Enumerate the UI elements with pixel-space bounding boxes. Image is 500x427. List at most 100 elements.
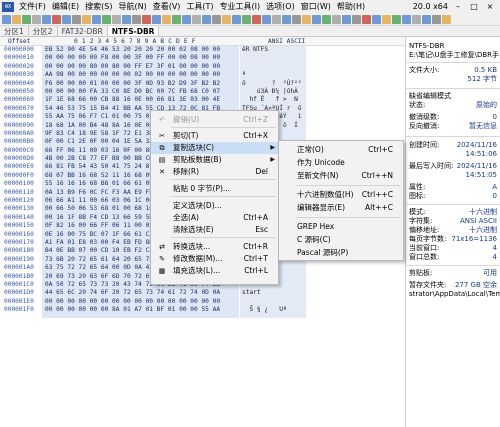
- toolbar-tool-icon[interactable]: [342, 15, 351, 24]
- toolbar-tool-icon[interactable]: [442, 15, 451, 24]
- ansi-row[interactable]: [242, 63, 306, 71]
- submenu-item-6[interactable]: C 源码(C): [279, 234, 403, 246]
- menu-item-0[interactable]: 文件(F): [16, 0, 49, 14]
- toolbar-tool-icon[interactable]: [82, 15, 91, 24]
- toolbar-tool-icon[interactable]: [352, 15, 361, 24]
- toolbar-tool-icon[interactable]: [422, 15, 431, 24]
- submenu-item-5[interactable]: GREP Hex: [279, 221, 403, 233]
- toolbar-tool-icon[interactable]: [272, 15, 281, 24]
- context-menu-item-3[interactable]: ▤ 剪贴板数据(B) ▶: [151, 154, 278, 166]
- toolbar-tool-icon[interactable]: [142, 15, 151, 24]
- ansi-row[interactable]: start: [242, 289, 306, 297]
- toolbar-tool-icon[interactable]: [292, 15, 301, 24]
- context-menu-item-11[interactable]: ▦ 填充选块(L)... Ctrl+L: [151, 265, 278, 277]
- maximize-button[interactable]: □: [466, 0, 482, 14]
- context-menu-item-2[interactable]: ⧉ 复制选块(C) ▶: [151, 142, 278, 154]
- ansi-row[interactable]: hf Ë f > N: [242, 96, 306, 104]
- hex-row[interactable]: 00 00 00 00 80 00 80 00 FF E7 3F 01 00 0…: [45, 63, 235, 71]
- toolbar-tool-icon[interactable]: [212, 15, 221, 24]
- toolbar-tool-icon[interactable]: [262, 15, 271, 24]
- toolbar-tool-icon[interactable]: [192, 15, 201, 24]
- hex-row[interactable]: 00 00 00 00 00 F8 00 00 3F 00 FF 00 00 0…: [45, 54, 235, 62]
- tab-1[interactable]: 分区2: [29, 26, 58, 36]
- minimize-button[interactable]: –: [450, 0, 466, 14]
- submenu-item-7[interactable]: Pascal 源码(P): [279, 247, 403, 259]
- toolbar-tool-icon[interactable]: [362, 15, 371, 24]
- toolbar-tool-icon[interactable]: [2, 15, 11, 24]
- toolbar-tool-icon[interactable]: [322, 15, 331, 24]
- context-menu-item-9[interactable]: ⇄ 转换选块... Ctrl+R: [151, 241, 278, 253]
- context-menu-item-1[interactable]: ✂ 剪切(T) Ctrl+X: [151, 130, 278, 142]
- hex-row[interactable]: 00 00 00 00 00 00 00 00 00 00 00 00 00 0…: [45, 298, 235, 306]
- menu-item-4[interactable]: 查看(V): [150, 0, 184, 14]
- context-menu-item-4[interactable]: ✕ 移除(R) Del: [151, 166, 278, 178]
- ansi-row[interactable]: ëR NTFS: [242, 46, 306, 54]
- toolbar-tool-icon[interactable]: [12, 15, 21, 24]
- submenu-item-0[interactable]: 正常(O) Ctrl+C: [279, 144, 403, 156]
- context-menu-item-5[interactable]: 粘贴 0 字节(P)...: [151, 183, 278, 195]
- toolbar-tool-icon[interactable]: [62, 15, 71, 24]
- toolbar-tool-icon[interactable]: [22, 15, 31, 24]
- close-button[interactable]: ×: [482, 0, 498, 14]
- menu-item-3[interactable]: 导航(N): [115, 0, 149, 14]
- toolbar-tool-icon[interactable]: [372, 15, 381, 24]
- ansi-row[interactable]: ª: [242, 71, 306, 79]
- toolbar-tool-icon[interactable]: [302, 15, 311, 24]
- toolbar-tool-icon[interactable]: [432, 15, 441, 24]
- toolbar-tool-icon[interactable]: [402, 15, 411, 24]
- menu-item-1[interactable]: 编辑(E): [49, 0, 82, 14]
- menu-item-6[interactable]: 专业工具(I): [217, 0, 264, 14]
- toolbar-tool-icon[interactable]: [242, 15, 251, 24]
- toolbar-tool-icon[interactable]: [132, 15, 141, 24]
- tab-0[interactable]: 分区1: [0, 26, 29, 36]
- menu-item-2[interactable]: 搜索(S): [82, 0, 115, 14]
- toolbar-tool-icon[interactable]: [122, 15, 131, 24]
- context-menu-item-6[interactable]: 定义选块(D)...: [151, 200, 278, 212]
- toolbar-tool-icon[interactable]: [182, 15, 191, 24]
- toolbar-tool-icon[interactable]: [332, 15, 341, 24]
- toolbar-tool-icon[interactable]: [92, 15, 101, 24]
- submenu-item-3[interactable]: 十六进制数值(H) Ctrl++C: [279, 189, 403, 201]
- ansi-row[interactable]: Š § ¿ Uª: [242, 306, 306, 314]
- menu-item-7[interactable]: 选项(O): [263, 0, 298, 14]
- toolbar-tool-icon[interactable]: [282, 15, 291, 24]
- submenu-item-2[interactable]: 至新文件(N) Ctrl++N: [279, 170, 403, 182]
- tab-2[interactable]: FAT32-DBR: [58, 26, 108, 36]
- toolbar-tool-icon[interactable]: [382, 15, 391, 24]
- menu-item-8[interactable]: 窗口(W): [298, 0, 334, 14]
- toolbar-tool-icon[interactable]: [312, 15, 321, 24]
- hex-row[interactable]: 00 00 00 00 00 00 8A 01 A7 01 BF 01 00 0…: [45, 306, 235, 314]
- ansi-row[interactable]: [242, 298, 306, 306]
- context-menu-item-7[interactable]: 全选(A) Ctrl+A: [151, 212, 278, 224]
- toolbar-tool-icon[interactable]: [152, 15, 161, 24]
- hex-row[interactable]: 1F 1E 68 66 00 CB 88 16 0E 00 66 81 3E 0…: [45, 96, 235, 104]
- menu-item-9[interactable]: 帮助(H): [334, 0, 368, 14]
- toolbar-tool-icon[interactable]: [102, 15, 111, 24]
- context-menu-item-8[interactable]: 清除选块(E) Esc: [151, 224, 278, 236]
- toolbar-tool-icon[interactable]: [202, 15, 211, 24]
- hex-row[interactable]: 00 00 00 00 FA 33 C0 8E D0 BC 00 7C FB 6…: [45, 88, 235, 96]
- submenu-item-1[interactable]: 作为 Unicode: [279, 157, 403, 169]
- toolbar-tool-icon[interactable]: [162, 15, 171, 24]
- context-menu-item-10[interactable]: ✎ 修改数据(M)... Ctrl+T: [151, 253, 278, 265]
- tab-3[interactable]: NTFS-DBR: [107, 26, 160, 36]
- toolbar-tool-icon[interactable]: [172, 15, 181, 24]
- toolbar-tool-icon[interactable]: [32, 15, 41, 24]
- toolbar-tool-icon[interactable]: [222, 15, 231, 24]
- toolbar-tool-icon[interactable]: [72, 15, 81, 24]
- hex-row[interactable]: AA 98 00 00 00 00 00 00 02 00 00 00 00 0…: [45, 71, 235, 79]
- toolbar-tool-icon[interactable]: [112, 15, 121, 24]
- submenu-item-4[interactable]: 编辑器显示(E) Alt++C: [279, 202, 403, 214]
- hex-row[interactable]: EB 52 90 4E 54 46 53 20 20 20 20 00 02 0…: [45, 46, 235, 54]
- toolbar-tool-icon[interactable]: [52, 15, 61, 24]
- toolbar-tool-icon[interactable]: [412, 15, 421, 24]
- toolbar-tool-icon[interactable]: [232, 15, 241, 24]
- menu-item-5[interactable]: 工具(T): [183, 0, 216, 14]
- toolbar-tool-icon[interactable]: [42, 15, 51, 24]
- hex-row[interactable]: 44 65 6C 20 74 6F 20 72 65 73 74 61 72 7…: [45, 289, 235, 297]
- toolbar-tool-icon[interactable]: [392, 15, 401, 24]
- toolbar-tool-icon[interactable]: [252, 15, 261, 24]
- ansi-row[interactable]: ö ? ²Ù?²²: [242, 80, 306, 88]
- ansi-row[interactable]: [242, 54, 306, 62]
- hex-row[interactable]: F6 00 00 00 01 00 00 00 3F 0D 93 B2 D9 3…: [45, 80, 235, 88]
